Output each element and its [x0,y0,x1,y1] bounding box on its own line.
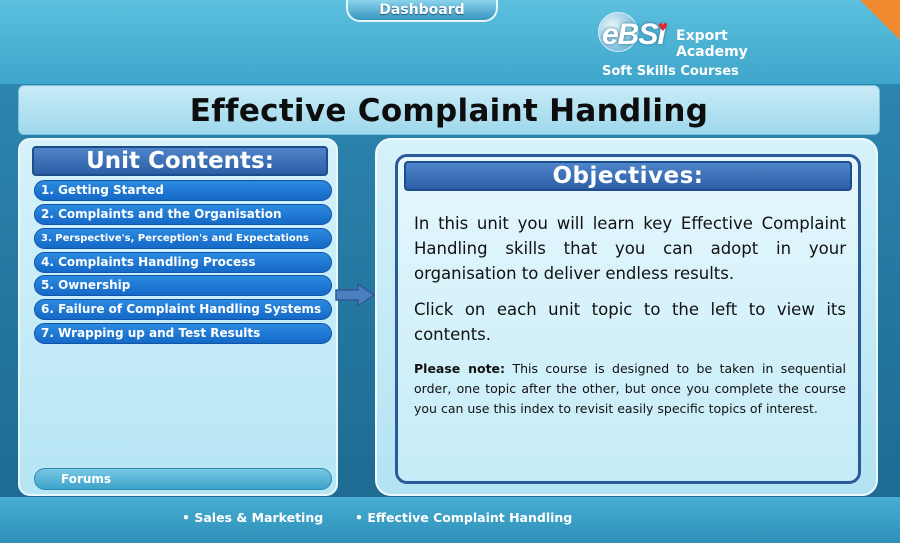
footer-breadcrumb-course[interactable]: • Effective Complaint Handling [355,510,572,525]
objectives-note: Please note: This course is designed to … [414,359,846,419]
heart-icon: ♥ [658,21,668,34]
logo-tagline: Soft Skills Courses [602,64,739,79]
objectives-title: Objectives: [552,163,704,189]
corner-accent [860,0,900,40]
forums-button[interactable]: Forums [34,468,332,490]
title-banner: Effective Complaint Handling [18,85,880,135]
unit-contents-header: Unit Contents: [32,146,328,176]
unit-contents-title: Unit Contents: [86,148,274,174]
objectives-panel: Objectives: In this unit you will learn … [375,138,878,496]
logo-line1: Export [676,28,728,44]
menu-item-wrapping-up[interactable]: 7. Wrapping up and Test Results [34,323,332,344]
ebsi-logo: eBSI ♥ Export Academy Soft Skills Course… [598,12,778,82]
logo-brand: eBSI [602,18,666,51]
logo-line2: Academy [676,44,748,60]
objectives-paragraph-2: Click on each unit topic to the left to … [414,300,846,344]
footer-breadcrumb-category[interactable]: • Sales & Marketing [182,510,323,525]
menu-item-perspectives[interactable]: 3. Perspective's, Perception's and Expec… [34,228,332,249]
dashboard-button[interactable]: Dashboard [346,0,498,22]
objectives-header: Objectives: [404,161,852,191]
unit-contents-panel: Unit Contents: 1. Getting Started 2. Com… [18,138,338,496]
menu-item-failure-systems[interactable]: 6. Failure of Complaint Handling Systems [34,299,332,320]
page-title: Effective Complaint Handling [189,93,709,129]
arrow-right-icon [335,283,376,307]
menu-item-handling-process[interactable]: 4. Complaints Handling Process [34,252,332,273]
menu-item-complaints-organisation[interactable]: 2. Complaints and the Organisation [34,204,332,225]
menu-item-getting-started[interactable]: 1. Getting Started [34,180,332,201]
menu-item-ownership[interactable]: 5. Ownership [34,275,332,296]
objectives-box: Objectives: In this unit you will learn … [395,154,861,484]
note-label: Please note: [414,361,506,376]
objectives-paragraph-1: In this unit you will learn key Effectiv… [414,214,846,283]
